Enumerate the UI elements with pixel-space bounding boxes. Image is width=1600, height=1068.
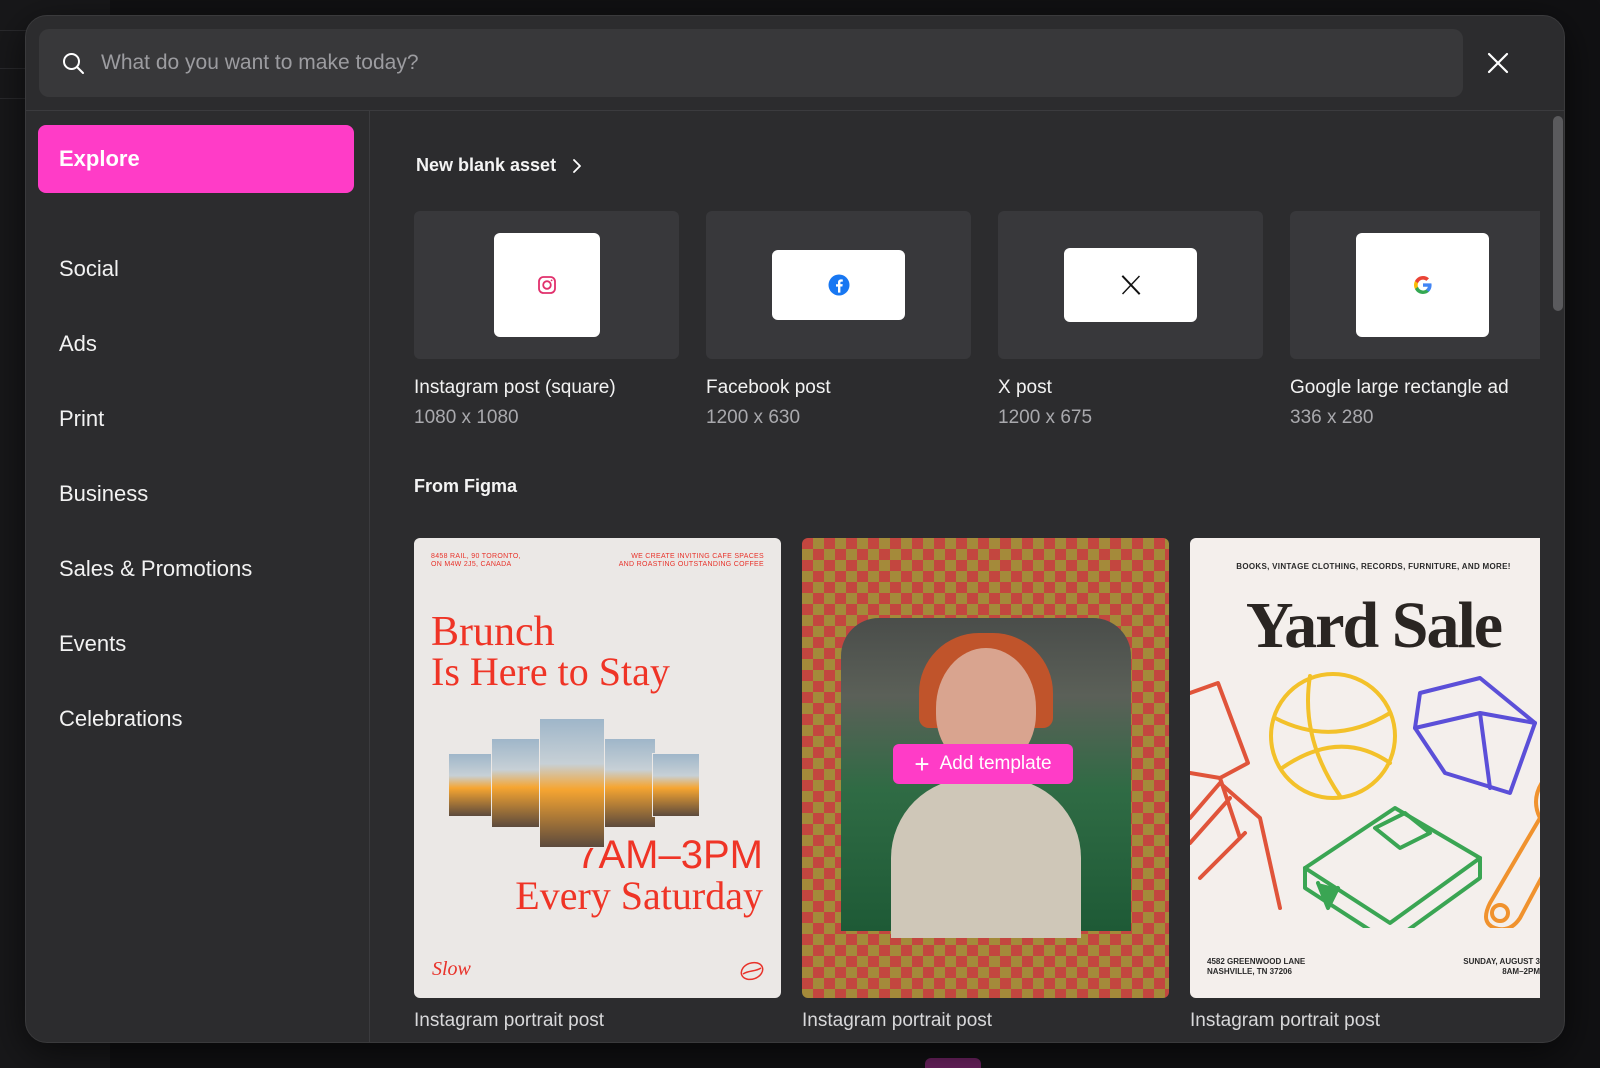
blank-asset-card[interactable]: Instagram post (square) 1080 x 1080 (414, 211, 679, 429)
sidebar-item-ads[interactable]: Ads (38, 306, 354, 381)
add-template-button[interactable]: + Add template (893, 744, 1073, 784)
poster-subheadline: Is Here to Stay (431, 649, 670, 694)
poster-logo: Slow (432, 958, 471, 980)
template-thumbnail-yard-sale[interactable]: BOOKS, VINTAGE CLOTHING, RECORDS, FURNIT… (1190, 538, 1540, 998)
poster-photo (448, 753, 496, 817)
template-title: Instagram portrait post (1190, 1010, 1381, 1031)
blank-asset-title: Google large rectangle ad (1290, 377, 1509, 398)
search-icon (63, 53, 84, 74)
blank-asset-size: 1200 x 630 (706, 407, 801, 428)
poster-address: 8458 RAIL, 90 TORONTO, ON M4W 2J5, CANAD… (431, 553, 521, 568)
close-icon (1487, 52, 1509, 74)
chevron-right-icon (573, 158, 581, 173)
poster-photo (652, 753, 700, 817)
poster-day: Every Saturday (515, 873, 763, 918)
section-title: From Figma (414, 476, 518, 496)
blank-asset-size: 1200 x 675 (998, 407, 1093, 428)
sidebar-item-business[interactable]: Business (38, 456, 354, 531)
template-card[interactable]: BOOKS, VINTAGE CLOTHING, RECORDS, FURNIT… (1190, 538, 1540, 1032)
blank-canvas-preview (493, 233, 600, 337)
sidebar-item-celebrations[interactable]: Celebrations (38, 681, 354, 756)
add-template-label: Add template (939, 753, 1052, 774)
main-content: New blank asset Instagram post (square) … (370, 111, 1540, 1042)
poster-headline: Yard Sale (1245, 589, 1503, 662)
search-bar[interactable] (39, 29, 1463, 97)
sidebar-item-events[interactable]: Events (38, 606, 354, 681)
template-thumbnail-portrait[interactable]: + Add template (802, 538, 1169, 998)
blank-canvas-preview (772, 250, 905, 320)
category-sidebar: Explore Social Ads Print Business Sales … (38, 125, 354, 756)
template-title: Instagram portrait post (414, 1010, 605, 1031)
blank-asset-thumbnail[interactable] (1290, 211, 1540, 359)
template-card[interactable]: 8458 RAIL, 90 TORONTO, ON M4W 2J5, CANAD… (414, 538, 781, 1032)
blank-asset-title: Instagram post (square) (414, 377, 616, 398)
create-modal: Explore Social Ads Print Business Sales … (25, 15, 1565, 1043)
scrollbar-thumb[interactable] (1553, 116, 1563, 311)
sidebar-item-sales-promotions[interactable]: Sales & Promotions (38, 531, 354, 606)
poster-photo (491, 738, 545, 828)
poster-date: SUNDAY, AUGUST 3 8AM–2PM (1463, 957, 1540, 976)
facebook-icon (828, 274, 849, 296)
sidebar-item-explore[interactable]: Explore (38, 125, 354, 193)
google-icon (1413, 276, 1432, 294)
plus-icon: + (914, 749, 930, 779)
template-thumbnail-brunch[interactable]: 8458 RAIL, 90 TORONTO, ON M4W 2J5, CANAD… (414, 538, 781, 998)
blank-asset-size: 1080 x 1080 (414, 407, 519, 428)
blank-canvas-preview (1064, 248, 1197, 322)
x-icon (1121, 275, 1140, 295)
background-tab (925, 1058, 981, 1068)
blank-asset-size: 336 x 280 (1290, 407, 1374, 428)
template-title: Instagram portrait post (802, 1010, 993, 1031)
blank-asset-card[interactable]: Facebook post 1200 x 630 (706, 211, 971, 429)
blank-asset-title: X post (998, 377, 1052, 398)
blank-asset-thumbnail[interactable] (998, 211, 1263, 359)
poster-photo (539, 718, 605, 848)
template-card[interactable]: + Add template Instagram portrait post (802, 538, 1169, 1032)
coffee-bean-icon (740, 961, 764, 981)
blank-canvas-preview (1356, 233, 1489, 337)
instagram-icon (537, 276, 556, 294)
section-title: New blank asset (416, 155, 557, 175)
poster-tagline: BOOKS, VINTAGE CLOTHING, RECORDS, FURNIT… (1236, 562, 1511, 571)
poster-headline: Brunch (431, 609, 555, 655)
sidebar-item-print[interactable]: Print (38, 381, 354, 456)
blank-asset-thumbnail[interactable] (414, 211, 679, 359)
blank-asset-title: Facebook post (706, 377, 831, 398)
blank-asset-thumbnail[interactable] (706, 211, 971, 359)
yard-sale-illustration (1190, 672, 1540, 928)
blank-asset-card[interactable]: X post 1200 x 675 (998, 211, 1263, 429)
new-blank-asset-link[interactable]: New blank asset (416, 155, 584, 176)
sidebar-item-social[interactable]: Social (38, 231, 354, 306)
poster-photo (602, 738, 656, 828)
poster-address: 4582 GREENWOOD LANE NASHVILLE, TN 37206 (1207, 957, 1306, 976)
poster-tagline: WE CREATE INVITING CAFE SPACES AND ROAST… (618, 553, 764, 568)
blank-asset-card[interactable]: Google large rectangle ad 336 x 280 (1290, 211, 1540, 429)
from-figma-heading: From Figma (414, 476, 517, 497)
search-input[interactable] (101, 51, 1401, 75)
close-button[interactable] (1481, 46, 1515, 80)
